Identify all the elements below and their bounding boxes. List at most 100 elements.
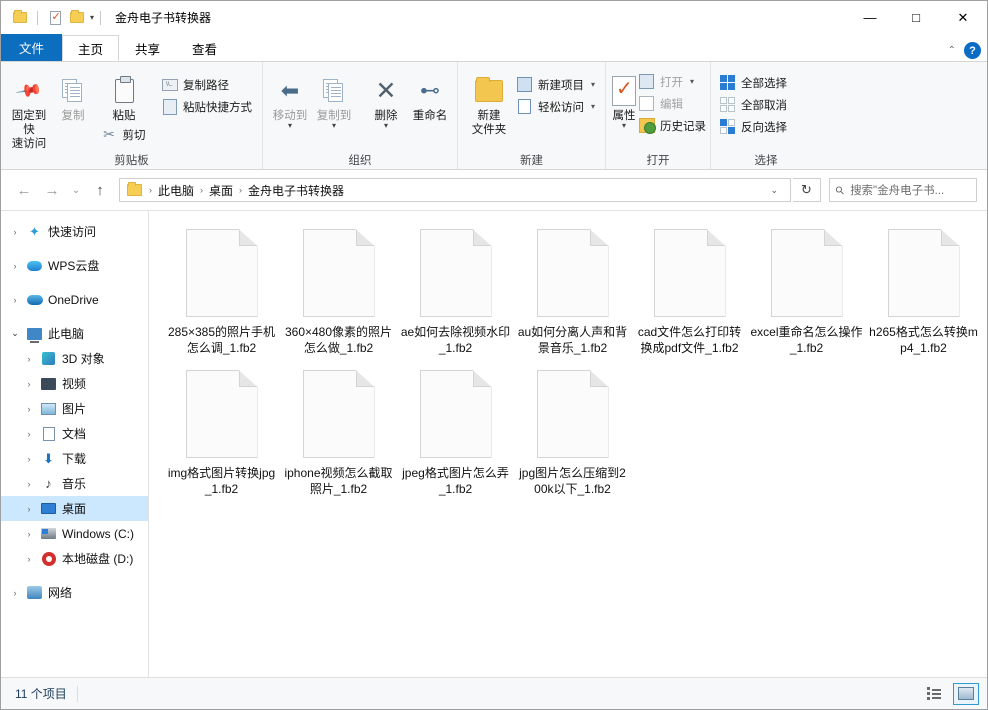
chevron-down-icon[interactable]: ▾	[384, 122, 388, 130]
paste-button[interactable]: 粘贴	[95, 67, 153, 123]
sidebar-item-label: 3D 对象	[62, 352, 105, 366]
file-item[interactable]: cad文件怎么打印转换成pdf文件_1.fb2	[631, 225, 748, 366]
paste-shortcut-button[interactable]: 粘贴快捷方式	[159, 97, 256, 116]
sidebar-item-videos[interactable]: › 视频	[1, 371, 148, 396]
file-item[interactable]: img格式图片转换jpg_1.fb2	[163, 366, 280, 507]
file-item[interactable]: iphone视频怎么截取照片_1.fb2	[280, 366, 397, 507]
file-item[interactable]: ae如何去除视频水印_1.fb2	[397, 225, 514, 366]
file-name-label: ae如何去除视频水印_1.fb2	[400, 325, 511, 355]
properties-icon[interactable]	[46, 9, 64, 27]
tab-file[interactable]: 文件	[1, 34, 63, 61]
file-item[interactable]: jpg图片怎么压缩到200k以下_1.fb2	[514, 366, 631, 507]
chevron-right-icon[interactable]: ›	[23, 479, 35, 489]
divider	[37, 10, 38, 25]
chevron-right-icon[interactable]: ›	[23, 404, 35, 414]
file-item[interactable]: h265格式怎么转换mp4_1.fb2	[865, 225, 982, 366]
refresh-button[interactable]: ↻	[793, 178, 821, 202]
file-item[interactable]: 360×480像素的照片怎么做_1.fb2	[280, 225, 397, 366]
help-icon[interactable]: ?	[964, 42, 981, 59]
breadcrumb-item-this-pc[interactable]: 此电脑	[154, 180, 198, 201]
up-button[interactable]: ↑	[87, 177, 113, 203]
new-folder-button[interactable]: 新建 文件夹	[464, 67, 514, 137]
close-button[interactable]: ✕	[939, 1, 987, 34]
copy-button[interactable]: 复制	[51, 67, 95, 123]
chevron-right-icon[interactable]: ›	[23, 504, 35, 514]
chevron-down-icon[interactable]: ⌄	[9, 328, 21, 339]
chevron-right-icon[interactable]: ›	[23, 354, 35, 364]
history-button[interactable]: 历史记录	[636, 116, 710, 135]
chevron-down-icon[interactable]: ⌄	[762, 185, 786, 196]
folder-icon[interactable]	[11, 9, 29, 27]
sidebar-item-wps-cloud[interactable]: › WPS云盘	[1, 253, 148, 278]
chevron-down-icon[interactable]: ▾	[332, 122, 336, 130]
recent-locations-button[interactable]: ⌄	[67, 177, 85, 203]
select-none-button[interactable]: 全部取消	[717, 95, 791, 114]
chevron-right-icon[interactable]: ›	[9, 261, 21, 271]
file-grid: 285×385的照片手机怎么调_1.fb2 360×480像素的照片怎么做_1.f…	[163, 225, 987, 507]
chevron-right-icon[interactable]: ›	[9, 227, 21, 237]
sidebar-item-downloads[interactable]: › ⬇ 下载	[1, 446, 148, 471]
chevron-right-icon[interactable]: ›	[9, 295, 21, 305]
sidebar-item-c-drive[interactable]: › Windows (C:)	[1, 521, 148, 546]
select-all-button[interactable]: 全部选择	[717, 73, 791, 92]
chevron-down-icon[interactable]: ▾	[591, 80, 595, 89]
copy-path-button[interactable]: \\.. 复制路径	[159, 75, 256, 94]
sidebar-item-this-pc[interactable]: ⌄ 此电脑	[1, 321, 148, 346]
breadcrumb-item-current[interactable]: 金舟电子书转换器	[244, 180, 348, 201]
sidebar-item-star[interactable]: › ✦ 快速访问	[1, 219, 148, 244]
file-item[interactable]: excel重命名怎么操作_1.fb2	[748, 225, 865, 366]
cut-button[interactable]: ✂ 剪切	[99, 125, 150, 144]
file-item[interactable]: 285×385的照片手机怎么调_1.fb2	[163, 225, 280, 366]
new-folder-icon[interactable]	[68, 9, 86, 27]
new-item-button[interactable]: 新建项目 ▾	[514, 75, 599, 94]
edit-button[interactable]: 编辑	[636, 94, 710, 113]
tab-view[interactable]: 查看	[176, 35, 233, 61]
back-button[interactable]: ←	[11, 177, 37, 203]
file-name-label: 285×385的照片手机怎么调_1.fb2	[167, 325, 276, 355]
file-list-view[interactable]: 285×385的照片手机怎么调_1.fb2 360×480像素的照片怎么做_1.f…	[149, 211, 987, 677]
rename-button[interactable]: ⊷ 重命名	[409, 67, 451, 123]
chevron-down-icon[interactable]: ▾	[690, 77, 694, 86]
sidebar-item-d-drive[interactable]: › 本地磁盘 (D:)	[1, 546, 148, 571]
properties-button[interactable]: 属性 ▾	[612, 67, 636, 130]
chevron-down-icon[interactable]: ▾	[591, 102, 595, 111]
delete-button[interactable]: ✕ 删除 ▾	[365, 67, 407, 130]
easy-access-icon	[516, 98, 533, 115]
copy-to-button[interactable]: 复制到 ▾	[313, 67, 355, 130]
sidebar-item-desktop[interactable]: › 桌面	[1, 496, 148, 521]
invert-selection-button[interactable]: 反向选择	[717, 117, 791, 136]
large-icons-view-button[interactable]	[953, 682, 979, 705]
chevron-down-icon[interactable]: ▾	[288, 122, 292, 130]
sidebar-item-pictures[interactable]: › 图片	[1, 396, 148, 421]
sidebar-item-documents[interactable]: › 文档	[1, 421, 148, 446]
easy-access-button[interactable]: 轻松访问 ▾	[514, 97, 599, 116]
pin-to-quick-access-button[interactable]: 📌 固定到快 速访问	[7, 67, 51, 151]
generic-file-icon	[536, 229, 609, 317]
details-view-button[interactable]	[921, 683, 947, 705]
chevron-down-icon[interactable]: ▾	[90, 13, 94, 22]
chevron-right-icon[interactable]: ›	[9, 588, 21, 598]
minimize-button[interactable]: —	[847, 1, 893, 34]
open-button[interactable]: 打开 ▾	[636, 72, 710, 91]
chevron-down-icon[interactable]: ▾	[622, 122, 626, 130]
tab-share[interactable]: 共享	[119, 35, 176, 61]
sidebar-item-music[interactable]: › ♪ 音乐	[1, 471, 148, 496]
chevron-right-icon[interactable]: ›	[23, 429, 35, 439]
breadcrumb[interactable]: › 此电脑 › 桌面 › 金舟电子书转换器 ⌄	[119, 178, 791, 202]
file-item[interactable]: jpeg格式图片怎么弄_1.fb2	[397, 366, 514, 507]
maximize-button[interactable]: □	[893, 1, 939, 34]
chevron-right-icon[interactable]: ›	[23, 454, 35, 464]
sidebar-item-3d-objects[interactable]: › 3D 对象	[1, 346, 148, 371]
file-item[interactable]: au如何分离人声和背景音乐_1.fb2	[514, 225, 631, 366]
breadcrumb-item-desktop[interactable]: 桌面	[205, 180, 237, 201]
tab-home[interactable]: 主页	[62, 35, 120, 61]
sidebar-item-network[interactable]: › 网络	[1, 580, 148, 605]
search-input[interactable]: ⚲ 搜索"金舟电子书...	[829, 178, 977, 202]
chevron-right-icon[interactable]: ›	[23, 554, 35, 564]
chevron-right-icon[interactable]: ›	[23, 529, 35, 539]
move-to-button[interactable]: ⬅ 移动到 ▾	[269, 67, 311, 130]
collapse-ribbon-icon[interactable]: ⌃	[948, 45, 956, 56]
forward-button[interactable]: →	[39, 177, 65, 203]
sidebar-item-onedrive[interactable]: › OneDrive	[1, 287, 148, 312]
chevron-right-icon[interactable]: ›	[23, 379, 35, 389]
